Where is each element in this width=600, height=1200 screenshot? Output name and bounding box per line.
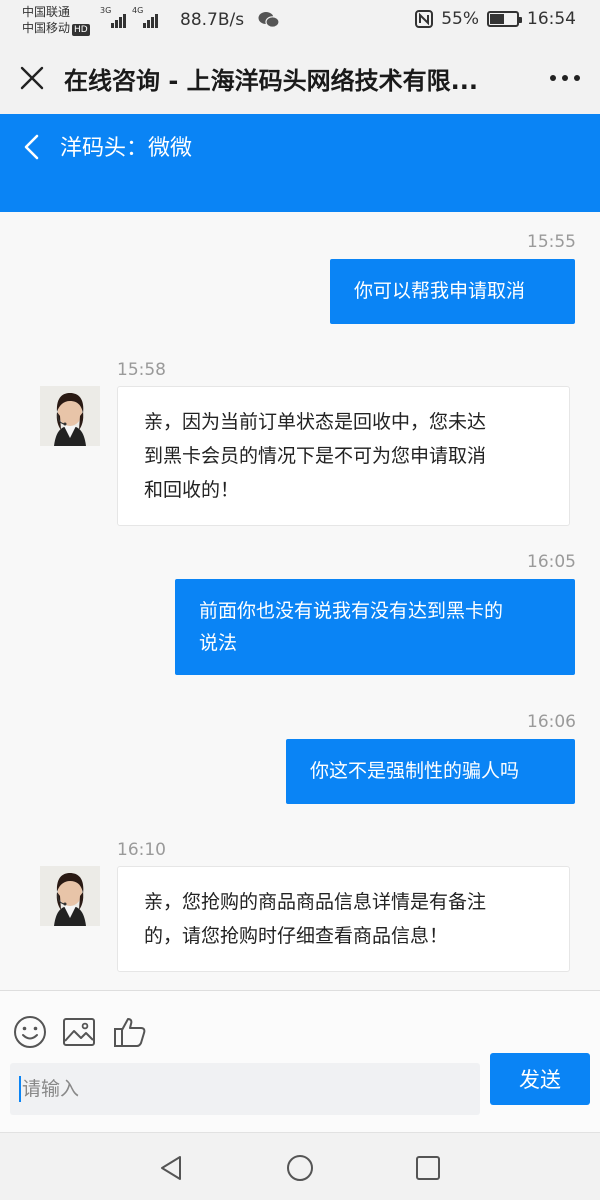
agent-name: 洋码头：微微 <box>60 136 193 161</box>
message-line: 你这不是强制性的骗人吗 <box>310 760 520 782</box>
system-status: 55% 16:54 <box>415 9 576 29</box>
status-bar: 中国联通 中国移动 HD 3G 4G 88.7B/s 55% 16:54 <box>0 0 600 42</box>
message-bubble-outgoing: 前面你也没有说我有没有达到黑卡的 说法 <box>175 579 575 675</box>
more-icon <box>550 75 556 81</box>
more-button[interactable] <box>530 42 600 114</box>
wechat-icon <box>258 12 280 28</box>
signal-icon: 4G <box>132 6 158 28</box>
agent-avatar <box>40 386 100 446</box>
network-type-1: 3G <box>100 6 112 15</box>
message-line: 亲，您抢购的商品商品信息详情是有备注 <box>144 891 487 913</box>
message-line: 亲，因为当前订单状态是回收中，您未达 <box>144 411 487 433</box>
message-line: 你可以帮我申请取消 <box>354 280 526 302</box>
hd-badge: HD <box>72 24 90 36</box>
message-time: 15:55 <box>527 232 576 252</box>
message-line: 和回收的！ <box>144 479 240 501</box>
nav-back-icon[interactable] <box>156 1153 186 1183</box>
nav-recents-icon[interactable] <box>413 1153 443 1183</box>
network-type-2: 4G <box>132 6 144 15</box>
clock: 16:54 <box>527 9 576 29</box>
message-time: 15:58 <box>117 360 166 380</box>
message-bubble-outgoing: 你这不是强制性的骗人吗 <box>286 739 575 804</box>
message-line: 说法 <box>199 632 238 654</box>
nfc-icon <box>415 10 434 28</box>
nav-home-icon[interactable] <box>285 1153 315 1183</box>
close-button[interactable] <box>0 42 64 114</box>
page-title: 在线咨询 - 上海洋码头网络技术有限... <box>64 66 479 95</box>
message-bubble-outgoing: 你可以帮我申请取消 <box>330 259 575 324</box>
system-nav-bar <box>0 1132 600 1200</box>
signal-indicators: 3G 4G <box>100 6 158 28</box>
network-speed: 88.7B/s <box>180 10 245 30</box>
battery-icon <box>487 11 522 27</box>
thumbs-up-icon[interactable] <box>113 1015 147 1049</box>
back-icon[interactable] <box>18 132 48 162</box>
image-icon[interactable] <box>62 1015 96 1049</box>
chat-header: 洋码头：微微 <box>0 114 600 212</box>
text-cursor <box>19 1076 21 1102</box>
agent-avatar <box>40 866 100 926</box>
carrier-1: 中国联通 <box>22 5 71 19</box>
close-icon <box>20 66 44 90</box>
message-bubble-incoming: 亲，您抢购的商品商品信息详情是有备注 的，请您抢购时仔细查看商品信息！ <box>117 866 570 972</box>
screen: 中国联通 中国移动 HD 3G 4G 88.7B/s 55% 16:54 在线咨… <box>0 0 600 1200</box>
message-time: 16:06 <box>527 712 576 732</box>
message-input[interactable] <box>10 1063 480 1115</box>
signal-icon: 3G <box>100 6 126 28</box>
message-time: 16:05 <box>527 552 576 572</box>
message-line: 前面你也没有说我有没有达到黑卡的 <box>199 600 504 622</box>
carrier-2: 中国移动 <box>22 21 71 35</box>
browser-title-bar: 在线咨询 - 上海洋码头网络技术有限... <box>0 42 600 114</box>
battery-percent: 55% <box>441 9 479 29</box>
message-time: 16:10 <box>117 840 166 860</box>
message-bubble-incoming: 亲，因为当前订单状态是回收中，您未达 到黑卡会员的情况下是不可为您申请取消 和回… <box>117 386 570 526</box>
send-button[interactable]: 发送 <box>490 1053 590 1105</box>
message-list: 15:55 你可以帮我申请取消 15:58 亲，因为当前订单状态是回收中，您未达… <box>0 212 600 990</box>
composer: 发送 <box>0 990 600 1132</box>
message-line: 到黑卡会员的情况下是不可为您申请取消 <box>144 445 487 467</box>
emoji-icon[interactable] <box>13 1015 47 1049</box>
message-line: 的，请您抢购时仔细查看商品信息！ <box>144 925 449 947</box>
carrier-info: 中国联通 中国移动 HD <box>22 4 90 36</box>
